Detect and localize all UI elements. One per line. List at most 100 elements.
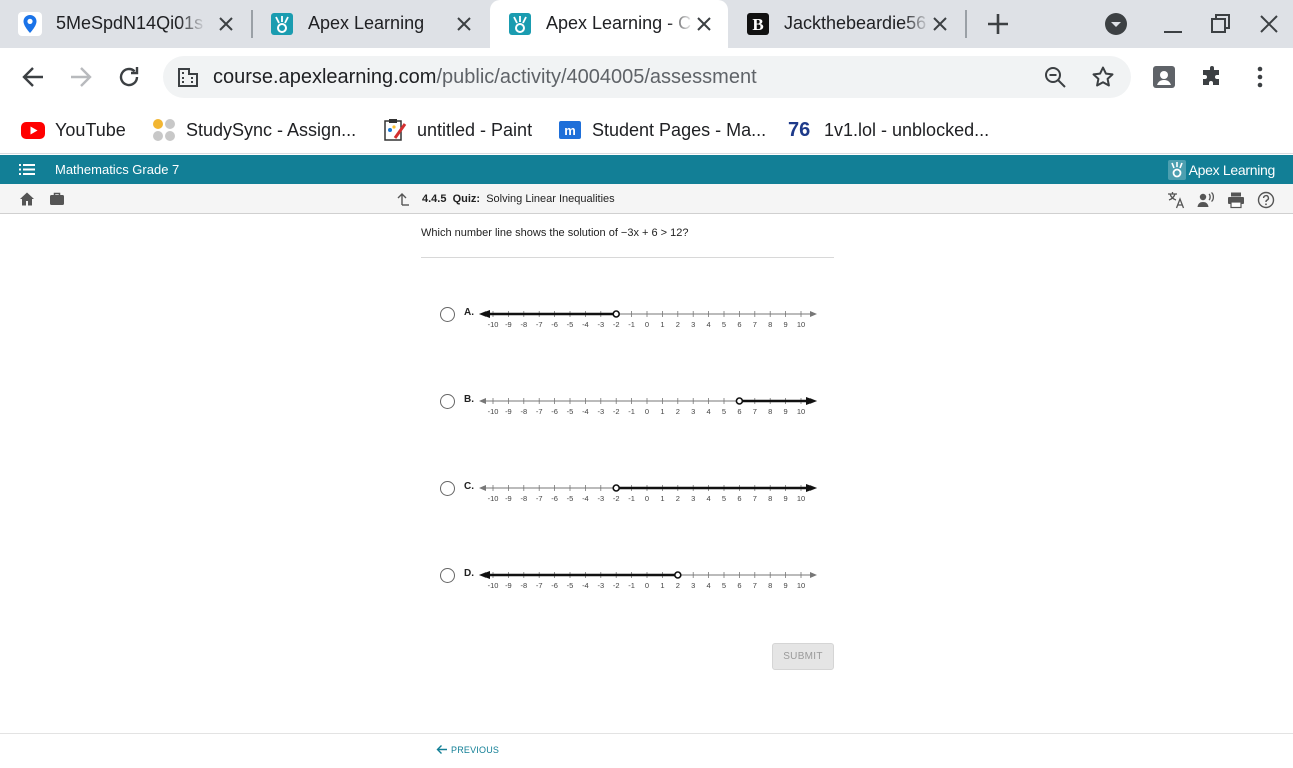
tick-label: 4 xyxy=(707,320,711,329)
zoom-icon[interactable] xyxy=(1043,65,1067,89)
tick-label: -1 xyxy=(628,494,635,503)
tick-label: 0 xyxy=(645,581,649,590)
tick-label: -7 xyxy=(536,407,543,416)
bookmark-youtube[interactable]: YouTube xyxy=(21,114,126,146)
back-arrow-icon[interactable] xyxy=(20,64,46,90)
tab-1[interactable]: 5MeSpdN14Qi01s xyxy=(0,0,250,48)
apex-logo-icon xyxy=(271,13,293,35)
puzzle-icon[interactable] xyxy=(1200,65,1224,89)
new-tab-icon[interactable] xyxy=(985,11,1011,37)
forward-arrow-icon[interactable] xyxy=(68,64,94,90)
tick-label: 5 xyxy=(722,581,726,590)
radio-button[interactable] xyxy=(440,307,455,322)
choice-d[interactable]: D. -10 -9 -8 -7 -6 -5 -4 -3 -2 -1 0 1 2 3 4 5 6 7 8 9 10 xyxy=(439,555,829,595)
translate-icon[interactable] xyxy=(1167,191,1185,209)
close-icon[interactable] xyxy=(216,14,236,34)
tick-label: 1 xyxy=(660,407,664,416)
tick-label: -9 xyxy=(505,494,512,503)
choice-a[interactable]: A. -10 -9 -8 -7 -6 -5 -4 -3 -2 -1 0 1 2 3 4 5 6 7 8 9 10 xyxy=(439,294,829,334)
choice-letter: D. xyxy=(464,568,474,579)
text-to-speech-icon[interactable] xyxy=(1197,191,1215,209)
svg-text:m: m xyxy=(564,123,576,138)
tick-label: -9 xyxy=(505,581,512,590)
close-window-icon[interactable] xyxy=(1257,12,1281,36)
tick-label: -1 xyxy=(628,320,635,329)
tab-2[interactable]: Apex Learning xyxy=(252,0,488,48)
reload-icon[interactable] xyxy=(116,64,142,90)
tick-label: -2 xyxy=(613,494,620,503)
home-icon[interactable] xyxy=(19,191,35,207)
axis-arrow-right xyxy=(810,572,817,578)
building-icon[interactable] xyxy=(177,66,199,88)
activity-title: Solving Linear Inequalities xyxy=(486,193,615,205)
bookmark-student-pages[interactable]: m Student Pages - Ma... xyxy=(558,114,766,146)
choice-c[interactable]: C. -10 -9 -8 -7 -6 -5 -4 -3 -2 -1 0 1 2 3 4 5 6 7 8 9 10 xyxy=(439,468,829,508)
radio-button[interactable] xyxy=(440,394,455,409)
restore-icon[interactable] xyxy=(1209,12,1233,36)
endpoint-circle xyxy=(735,397,744,405)
svg-text:B: B xyxy=(752,15,763,34)
solution-arrow xyxy=(806,397,817,405)
tick-label: -1 xyxy=(628,407,635,416)
tick-label: 4 xyxy=(707,494,711,503)
print-icon[interactable] xyxy=(1227,191,1245,209)
footer-bar: PREVIOUS xyxy=(0,733,1293,768)
extension-icon[interactable] xyxy=(1152,65,1176,89)
endpoint-circle xyxy=(674,571,682,579)
menu-icon[interactable] xyxy=(19,163,35,176)
tick-label: 4 xyxy=(707,407,711,416)
tab-4[interactable]: B Jackthebeardie56 xyxy=(728,0,964,48)
previous-button[interactable]: PREVIOUS xyxy=(436,744,499,755)
tick-label: 9 xyxy=(784,407,788,416)
paint-icon xyxy=(384,119,407,141)
up-level-arrow-icon[interactable] xyxy=(396,192,410,206)
help-icon[interactable] xyxy=(1257,191,1275,209)
url-text[interactable]: course.apexlearning.com/public/activity/… xyxy=(213,65,757,89)
tab-separator xyxy=(965,10,967,38)
tick-label: -7 xyxy=(536,320,543,329)
activity-breadcrumb: 4.4.5 Quiz: Solving Linear Inequalities xyxy=(422,193,615,205)
bookmark-label: YouTube xyxy=(55,119,126,140)
number-line-d: -10 -9 -8 -7 -6 -5 -4 -3 -2 -1 0 1 2 3 4 5 6 7 8 9 10 xyxy=(479,571,817,590)
bookmark-1v1[interactable]: 76 1v1.lol - unblocked... xyxy=(788,114,989,146)
choice-b[interactable]: B. -10 -9 -8 -7 -6 -5 -4 -3 -2 -1 0 1 2 3 4 5 6 7 8 9 10 xyxy=(439,381,829,421)
bookmark-label: untitled - Paint xyxy=(417,119,533,140)
tick-label: 9 xyxy=(784,581,788,590)
solution-arrow xyxy=(806,484,817,492)
briefcase-icon[interactable] xyxy=(49,191,65,207)
radio-button[interactable] xyxy=(440,481,455,496)
close-icon[interactable] xyxy=(930,14,950,34)
studysync-icon xyxy=(153,119,175,141)
tick-label: 5 xyxy=(722,407,726,416)
submit-button[interactable]: SUBMIT xyxy=(772,643,834,670)
bookmark-studysync[interactable]: StudySync - Assign... xyxy=(152,114,356,146)
close-icon[interactable] xyxy=(454,14,474,34)
minimize-icon[interactable] xyxy=(1161,12,1185,36)
radio-button[interactable] xyxy=(440,568,455,583)
tick-label: -1 xyxy=(628,581,635,590)
tick-label: 2 xyxy=(676,494,680,503)
bookmarks-bar: YouTube StudySync - Assign... untitled -… xyxy=(0,106,1293,154)
tick-label: -10 xyxy=(488,407,499,416)
activity-bar: 4.4.5 Quiz: Solving Linear Inequalities xyxy=(0,184,1293,214)
url-host: course.apexlearning.com xyxy=(213,66,437,88)
tick-label: 1 xyxy=(660,494,664,503)
choice-letter: C. xyxy=(464,481,474,492)
tick-label: 0 xyxy=(645,320,649,329)
tick-label: 5 xyxy=(722,494,726,503)
bookmark-star-icon[interactable] xyxy=(1091,65,1115,89)
tick-label: 8 xyxy=(768,320,772,329)
activity-number: 4.4.5 xyxy=(422,193,447,205)
tick-label: -10 xyxy=(488,494,499,503)
tick-label: -10 xyxy=(488,320,499,329)
tab-search-icon[interactable] xyxy=(1104,12,1128,36)
bookmark-paint[interactable]: untitled - Paint xyxy=(383,114,532,146)
1v1-icon: 76 xyxy=(788,119,811,141)
more-menu-icon[interactable] xyxy=(1248,65,1272,89)
tick-label: -3 xyxy=(597,320,604,329)
tab-3[interactable]: Apex Learning - C xyxy=(490,0,728,48)
tick-label: -8 xyxy=(520,494,527,503)
address-bar[interactable]: course.apexlearning.com/public/activity/… xyxy=(163,56,1131,98)
close-icon[interactable] xyxy=(694,14,714,34)
number-line-c: -10 -9 -8 -7 -6 -5 -4 -3 -2 -1 0 1 2 3 4 5 6 7 8 9 10 xyxy=(479,484,817,503)
